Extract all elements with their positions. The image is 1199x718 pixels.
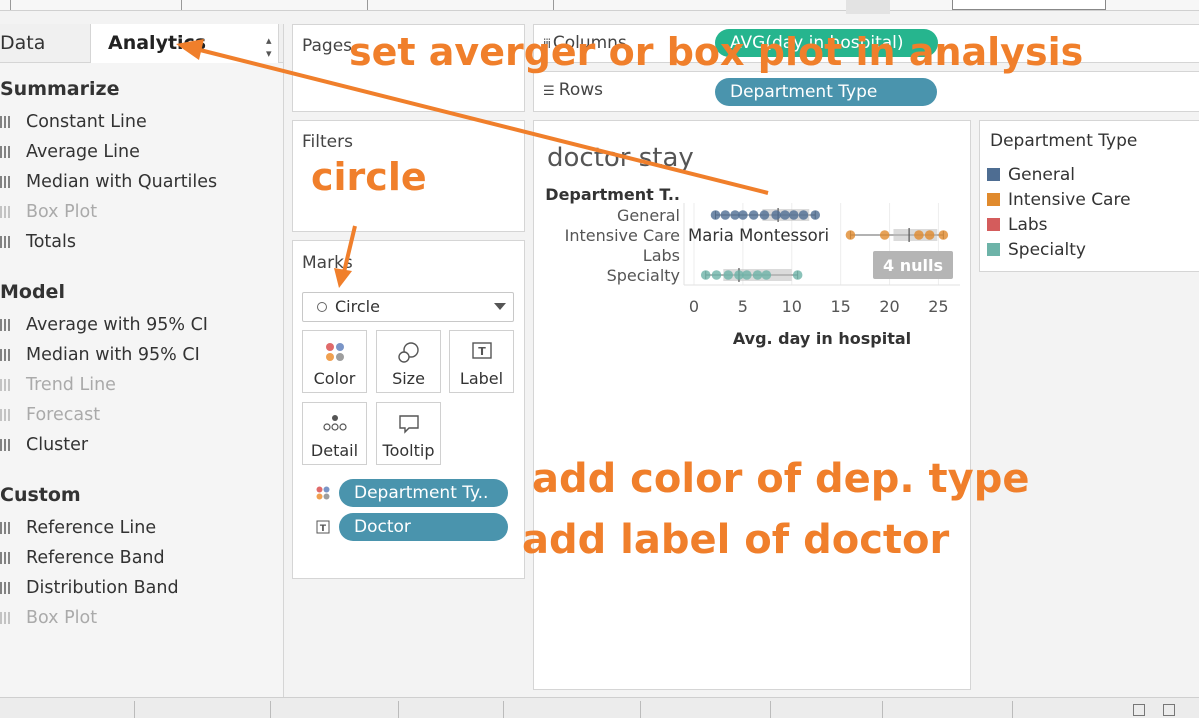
annotation-arrows <box>176 39 769 288</box>
annotation-analysis: set averger or box plot in analysis <box>349 30 1084 74</box>
annotation-label: add label of doctor <box>522 517 950 563</box>
arrow-head <box>334 268 352 288</box>
arrow-to-mark-type <box>342 225 357 273</box>
annotation-color: add color of dep. type <box>532 456 1030 502</box>
annotation-circle: circle <box>311 155 427 199</box>
arrow-head <box>176 39 204 60</box>
